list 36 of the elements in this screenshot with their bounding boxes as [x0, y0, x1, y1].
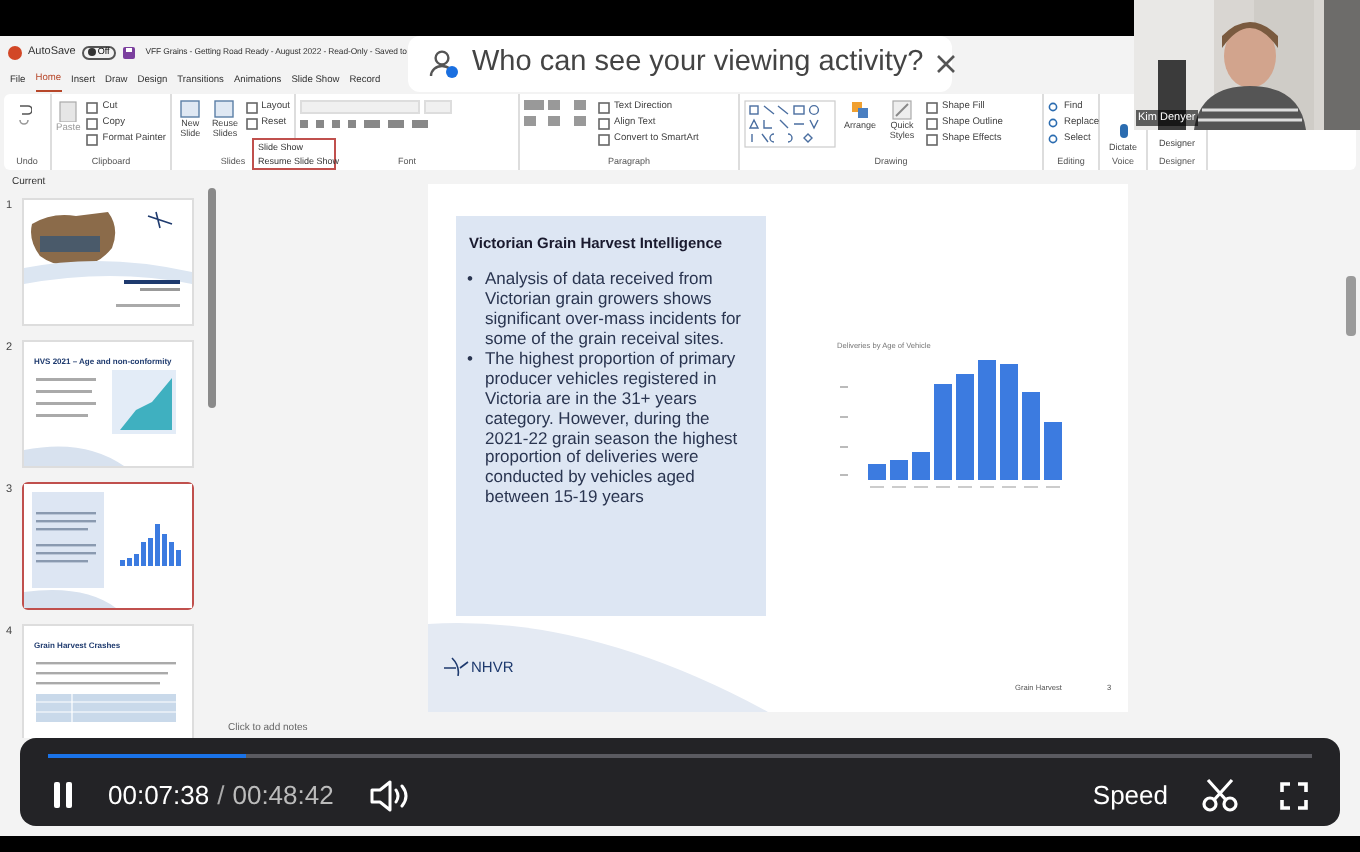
undo-icon	[16, 100, 32, 128]
volume-button[interactable]	[369, 777, 410, 814]
bullet-mark: •	[467, 350, 473, 373]
font-size-field[interactable]	[424, 100, 452, 114]
slide-thumbnail[interactable]	[22, 481, 194, 609]
arrange-icon	[850, 100, 870, 120]
paste-icon	[58, 100, 79, 122]
close-icon	[935, 54, 956, 74]
save-icon	[121, 45, 136, 59]
scissors-icon	[1202, 778, 1238, 813]
scrollbar[interactable]	[208, 188, 216, 408]
slide-icon	[214, 100, 235, 118]
shapes-gallery	[744, 100, 836, 148]
elapsed-time: 00:07:38	[108, 778, 210, 814]
fullscreen-button[interactable]	[1276, 777, 1312, 814]
quick-styles-icon	[892, 100, 912, 120]
pause-button[interactable]	[48, 779, 76, 812]
speaker-icon	[369, 779, 410, 812]
speed-button[interactable]: Speed	[1092, 776, 1168, 815]
viewer-icon	[428, 48, 460, 80]
duration-time: 00:48:42	[232, 778, 334, 814]
close-button[interactable]	[935, 52, 956, 76]
scrollbar[interactable]	[1346, 276, 1356, 336]
time-separator: /	[217, 778, 225, 814]
bullet-mark: •	[467, 270, 473, 293]
logo-icon	[443, 656, 471, 676]
clip-button[interactable]	[1200, 777, 1240, 814]
microphone-icon	[1117, 124, 1129, 142]
pause-icon	[51, 782, 73, 809]
app-icon	[8, 45, 22, 59]
fullscreen-icon	[1280, 781, 1308, 810]
banner-text: Who can see your viewing activity?	[472, 44, 924, 83]
slide-icon	[180, 100, 201, 118]
bullet-text: Analysis of data received from Victorian grain growers shows significant over-mass incidents for some of the grain receival sites.	[484, 270, 744, 349]
font-name-field[interactable]	[300, 100, 420, 114]
bullet-text: The highest proportion of primary producer vehicles registered in Victoria are in the 31+ years category. However, during the 2021-22 grain season the highest proportion of deliveries were conducted by vehicles aged between 15-19 years	[484, 350, 740, 508]
